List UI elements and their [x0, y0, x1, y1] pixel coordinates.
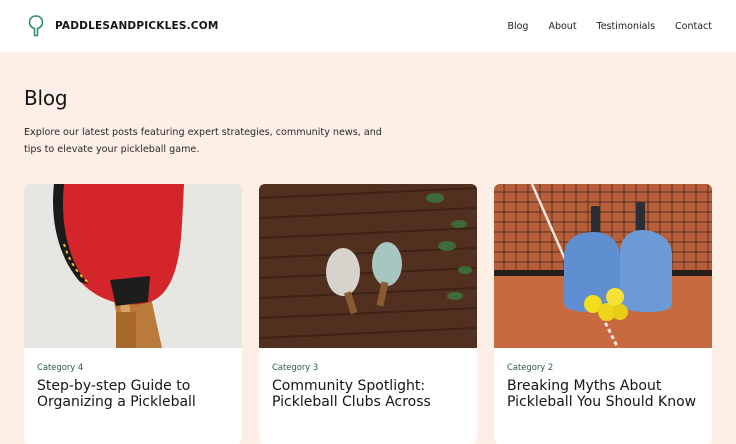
post-title[interactable]: Step-by-step Guide to Organizing a Pickl… [37, 378, 229, 410]
post-title[interactable]: Community Spotlight: Pickleball Clubs Ac… [272, 378, 464, 410]
page-title: Blog [24, 86, 68, 110]
post-title[interactable]: Breaking Myths About Pickleball You Shou… [507, 378, 699, 410]
brand-name: PADDLESANDPICKLES.COM [55, 20, 219, 32]
paddle-icon [28, 15, 44, 37]
post-card[interactable]: Category 2 Breaking Myths About Pickleba… [494, 184, 712, 444]
post-card-body: Category 3 Community Spotlight: Pickleba… [259, 348, 477, 410]
post-category[interactable]: Category 3 [272, 362, 464, 372]
post-card-body: Category 4 Step-by-step Guide to Organiz… [24, 348, 242, 410]
brand-logo-link[interactable]: PADDLESANDPICKLES.COM [28, 15, 218, 37]
nav-testimonials[interactable]: Testimonials [597, 21, 655, 32]
post-card[interactable]: Category 3 Community Spotlight: Pickleba… [259, 184, 477, 444]
red-paddle-image [24, 184, 242, 348]
nav-contact[interactable]: Contact [675, 21, 712, 32]
post-category[interactable]: Category 4 [37, 362, 229, 372]
post-grid: Category 4 Step-by-step Guide to Organiz… [24, 184, 712, 444]
nav-blog[interactable]: Blog [507, 21, 528, 32]
main-nav: Blog About Testimonials Contact [507, 21, 712, 32]
post-card-body: Category 2 Breaking Myths About Pickleba… [494, 348, 712, 410]
page-description: Explore our latest posts featuring exper… [24, 127, 382, 155]
nav-about[interactable]: About [548, 21, 576, 32]
blog-hero: Blog Explore our latest posts featuring … [0, 52, 736, 158]
post-card[interactable]: Category 4 Step-by-step Guide to Organiz… [24, 184, 242, 444]
site-header: PADDLESANDPICKLES.COM Blog About Testimo… [0, 0, 736, 52]
post-category[interactable]: Category 2 [507, 362, 699, 372]
paddles-on-wooden-wall-image [259, 184, 477, 348]
blue-paddles-on-court-image [494, 184, 712, 348]
